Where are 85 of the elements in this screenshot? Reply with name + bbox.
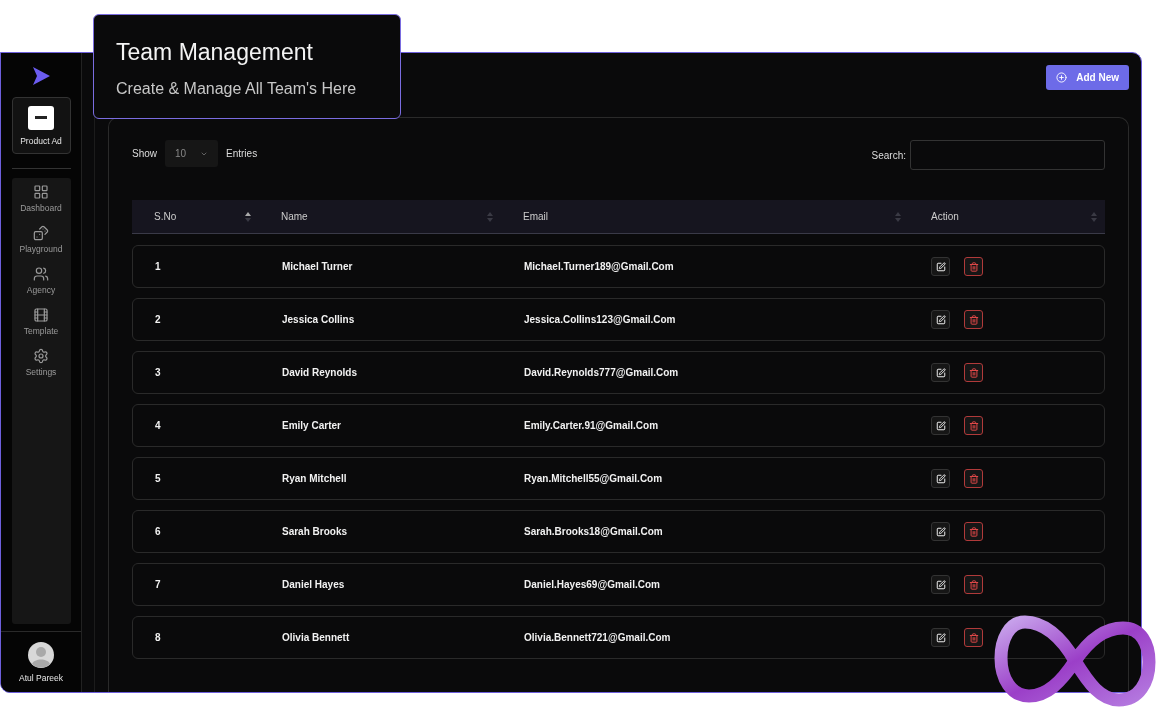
edit-button[interactable] xyxy=(931,416,950,435)
edit-button[interactable] xyxy=(931,310,950,329)
table-cell-text: Olivia.Bennett721@Gmail.Com xyxy=(523,632,672,643)
delete-button[interactable] xyxy=(964,522,983,541)
page-size-select[interactable]: 10 xyxy=(165,140,218,167)
show-label: Show xyxy=(132,148,157,159)
table-cell-text: Ryan.Mitchell55@Gmail.Com xyxy=(523,473,664,484)
edit-button[interactable] xyxy=(931,522,950,541)
table-cell-text: Sarah Brooks xyxy=(281,526,349,537)
edit-icon xyxy=(935,579,946,590)
delete-button[interactable] xyxy=(964,416,983,435)
trash-icon xyxy=(968,579,979,590)
table-cell-text: Olivia Bennett xyxy=(281,632,351,643)
trash-icon xyxy=(968,632,979,643)
column-header[interactable]: Action xyxy=(931,211,959,222)
callout-subtitle: Create & Manage All Team's Here xyxy=(116,80,358,98)
film-icon xyxy=(33,307,49,323)
table-cell-text: 2 xyxy=(154,314,162,325)
nav-item[interactable]: Playground xyxy=(19,244,63,254)
edit-icon xyxy=(935,367,946,378)
search-field[interactable] xyxy=(910,140,1105,170)
table-cell-text: 5 xyxy=(154,473,162,484)
edit-icon xyxy=(935,261,946,272)
edit-icon xyxy=(935,473,946,484)
plus-icon xyxy=(1056,72,1068,83)
table-cell-text: David.Reynolds777@Gmail.Com xyxy=(523,367,680,378)
delete-button[interactable] xyxy=(964,310,983,329)
table-cell-text: 4 xyxy=(154,420,162,431)
project-card[interactable]: Product Ad xyxy=(11,97,71,154)
edit-icon xyxy=(935,632,946,643)
trash-icon xyxy=(968,420,979,431)
column-header[interactable]: Name xyxy=(281,211,308,222)
trash-icon xyxy=(968,261,979,272)
table-cell-text: Ryan Mitchell xyxy=(281,473,348,484)
delete-button[interactable] xyxy=(964,257,983,276)
avatar-icon[interactable] xyxy=(28,641,54,668)
edit-button[interactable] xyxy=(931,257,950,276)
table-cell-text: 6 xyxy=(154,526,162,537)
logo-icon xyxy=(30,65,52,87)
trash-icon xyxy=(968,367,979,378)
edit-icon xyxy=(935,314,946,325)
table-cell-text: Jessica.Collins123@Gmail.Com xyxy=(523,314,677,325)
edit-icon xyxy=(935,526,946,537)
delete-button[interactable] xyxy=(964,363,983,382)
search-label: Search: xyxy=(871,149,906,161)
people-icon xyxy=(33,266,49,282)
table-cell-text: 3 xyxy=(154,367,162,378)
edit-button[interactable] xyxy=(931,575,950,594)
edit-button[interactable] xyxy=(931,469,950,488)
nav-item[interactable]: Settings xyxy=(25,367,57,377)
delete-button[interactable] xyxy=(964,575,983,594)
nav-item[interactable]: Agency xyxy=(26,285,56,295)
table-cell-text: Emily Carter xyxy=(281,420,342,431)
user-name: Atul Pareek xyxy=(19,672,63,683)
settings-icon xyxy=(33,348,49,364)
edit-button[interactable] xyxy=(931,628,950,647)
table-cell-text: 1 xyxy=(154,261,162,272)
table-cell-text: Michael Turner xyxy=(281,261,354,272)
nav-item[interactable]: Template xyxy=(23,326,59,336)
project-thumbnail xyxy=(28,105,54,130)
trash-icon xyxy=(968,314,979,325)
column-header[interactable]: Email xyxy=(523,211,548,222)
table-cell-text: Michael.Turner189@Gmail.Com xyxy=(523,261,675,272)
callout-title: Team Management xyxy=(116,39,314,66)
trash-icon xyxy=(968,473,979,484)
table-cell-text: David Reynolds xyxy=(281,367,359,378)
project-label: Product Ad xyxy=(20,135,62,146)
table-cell-text: Jessica Collins xyxy=(281,314,356,325)
add-new-button[interactable]: Add New xyxy=(1046,65,1129,90)
table-cell-text: 8 xyxy=(154,632,162,643)
delete-button[interactable] xyxy=(964,469,983,488)
edit-button[interactable] xyxy=(931,363,950,382)
edit-icon xyxy=(935,420,946,431)
table-cell-text: Sarah.Brooks18@Gmail.Com xyxy=(523,526,664,537)
column-header[interactable]: S.No xyxy=(154,211,177,222)
table-cell-text: Daniel.Hayes69@Gmail.Com xyxy=(523,579,661,590)
table-cell-text: Daniel Hayes xyxy=(281,579,346,590)
dashboard-icon xyxy=(33,184,49,200)
trash-icon xyxy=(968,526,979,537)
table-cell-text: Emily.Carter.91@Gmail.Com xyxy=(523,420,660,431)
delete-button[interactable] xyxy=(964,628,983,647)
nav-item[interactable]: Dashboard xyxy=(20,203,62,213)
entries-label: Entries xyxy=(226,148,258,159)
dice-icon xyxy=(33,225,49,241)
table-cell-text: 7 xyxy=(154,579,162,590)
